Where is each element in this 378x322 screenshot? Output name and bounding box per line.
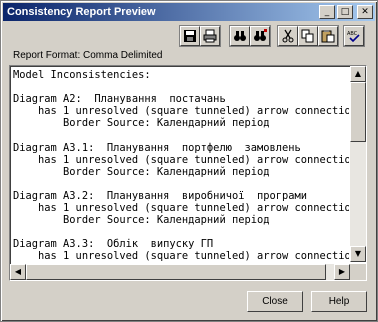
close-window-button[interactable]: ✕ xyxy=(357,5,373,19)
report-line xyxy=(13,81,349,93)
report-line: has 1 unresolved (square tunneled) arrow… xyxy=(13,105,349,118)
scissors-icon xyxy=(282,29,294,43)
report-line xyxy=(13,129,349,141)
report-line: has 1 unresolved (square tunneled) arrow… xyxy=(13,250,349,261)
report-content: Model Inconsistencies: Diagram A2: Плану… xyxy=(13,69,349,261)
save-button[interactable] xyxy=(180,26,200,46)
report-text-area[interactable]: Model Inconsistencies: Diagram A2: Плану… xyxy=(9,65,367,281)
window-title: Consistency Report Preview xyxy=(7,6,156,18)
horizontal-scrollbar[interactable]: ◀ ▶ xyxy=(10,264,350,280)
scroll-up-button[interactable]: ▲ xyxy=(350,66,366,82)
report-line: Border Source: Календарний період xyxy=(13,117,270,130)
paste-icon xyxy=(321,30,335,43)
report-line: has 1 unresolved (square tunneled) arrow… xyxy=(13,153,349,166)
title-bar[interactable]: Consistency Report Preview _ □ ✕ xyxy=(3,3,375,21)
copy-icon xyxy=(301,29,314,43)
scroll-left-button[interactable]: ◀ xyxy=(10,264,26,280)
report-line: Border Source: Календарний період xyxy=(13,165,270,178)
vertical-scrollbar[interactable]: ▲ ▼ xyxy=(350,66,366,262)
spellcheck-button[interactable]: ABC xyxy=(344,26,364,46)
help-button[interactable]: Help xyxy=(311,291,367,312)
find-button[interactable] xyxy=(230,26,250,46)
report-line: Diagram A3.2: Планування виробничої прог… xyxy=(13,189,308,202)
report-line: Diagram A3.3: Облік випуску ГП xyxy=(13,238,214,251)
close-button[interactable]: Close xyxy=(247,291,303,312)
report-line: Model Inconsistencies: xyxy=(13,69,151,81)
report-line: Diagram A2: Планування постачань xyxy=(13,93,226,106)
maximize-button[interactable]: □ xyxy=(337,5,353,19)
svg-text:ABC: ABC xyxy=(347,31,358,37)
print-icon xyxy=(203,29,217,43)
print-button[interactable] xyxy=(200,26,220,46)
report-line: has 1 unresolved (square tunneled) arrow… xyxy=(13,202,349,215)
report-line xyxy=(13,226,349,238)
horizontal-scroll-thumb[interactable] xyxy=(26,264,326,280)
report-line: Border Source: Календарний період xyxy=(13,214,270,227)
minimize-button[interactable]: _ xyxy=(319,5,335,19)
scroll-down-button[interactable]: ▼ xyxy=(350,246,366,262)
find-next-button[interactable] xyxy=(250,26,270,46)
report-line: Diagram A3.1: Планування портфелю замовл… xyxy=(13,141,301,154)
cut-button[interactable] xyxy=(278,26,298,46)
consistency-report-window: Consistency Report Preview _ □ ✕ ABC Rep… xyxy=(0,0,378,322)
copy-button[interactable] xyxy=(298,26,318,46)
binoculars-next-icon xyxy=(254,29,267,41)
paste-button[interactable] xyxy=(318,26,338,46)
save-icon xyxy=(184,30,196,42)
scroll-corner xyxy=(350,264,366,280)
vertical-scroll-thumb[interactable] xyxy=(350,82,366,142)
report-format-label: Report Format: Comma Delimited xyxy=(13,50,163,61)
spellcheck-icon: ABC xyxy=(347,31,360,43)
scroll-right-button[interactable]: ▶ xyxy=(334,264,350,280)
report-line xyxy=(13,178,349,190)
binoculars-icon xyxy=(234,31,246,41)
